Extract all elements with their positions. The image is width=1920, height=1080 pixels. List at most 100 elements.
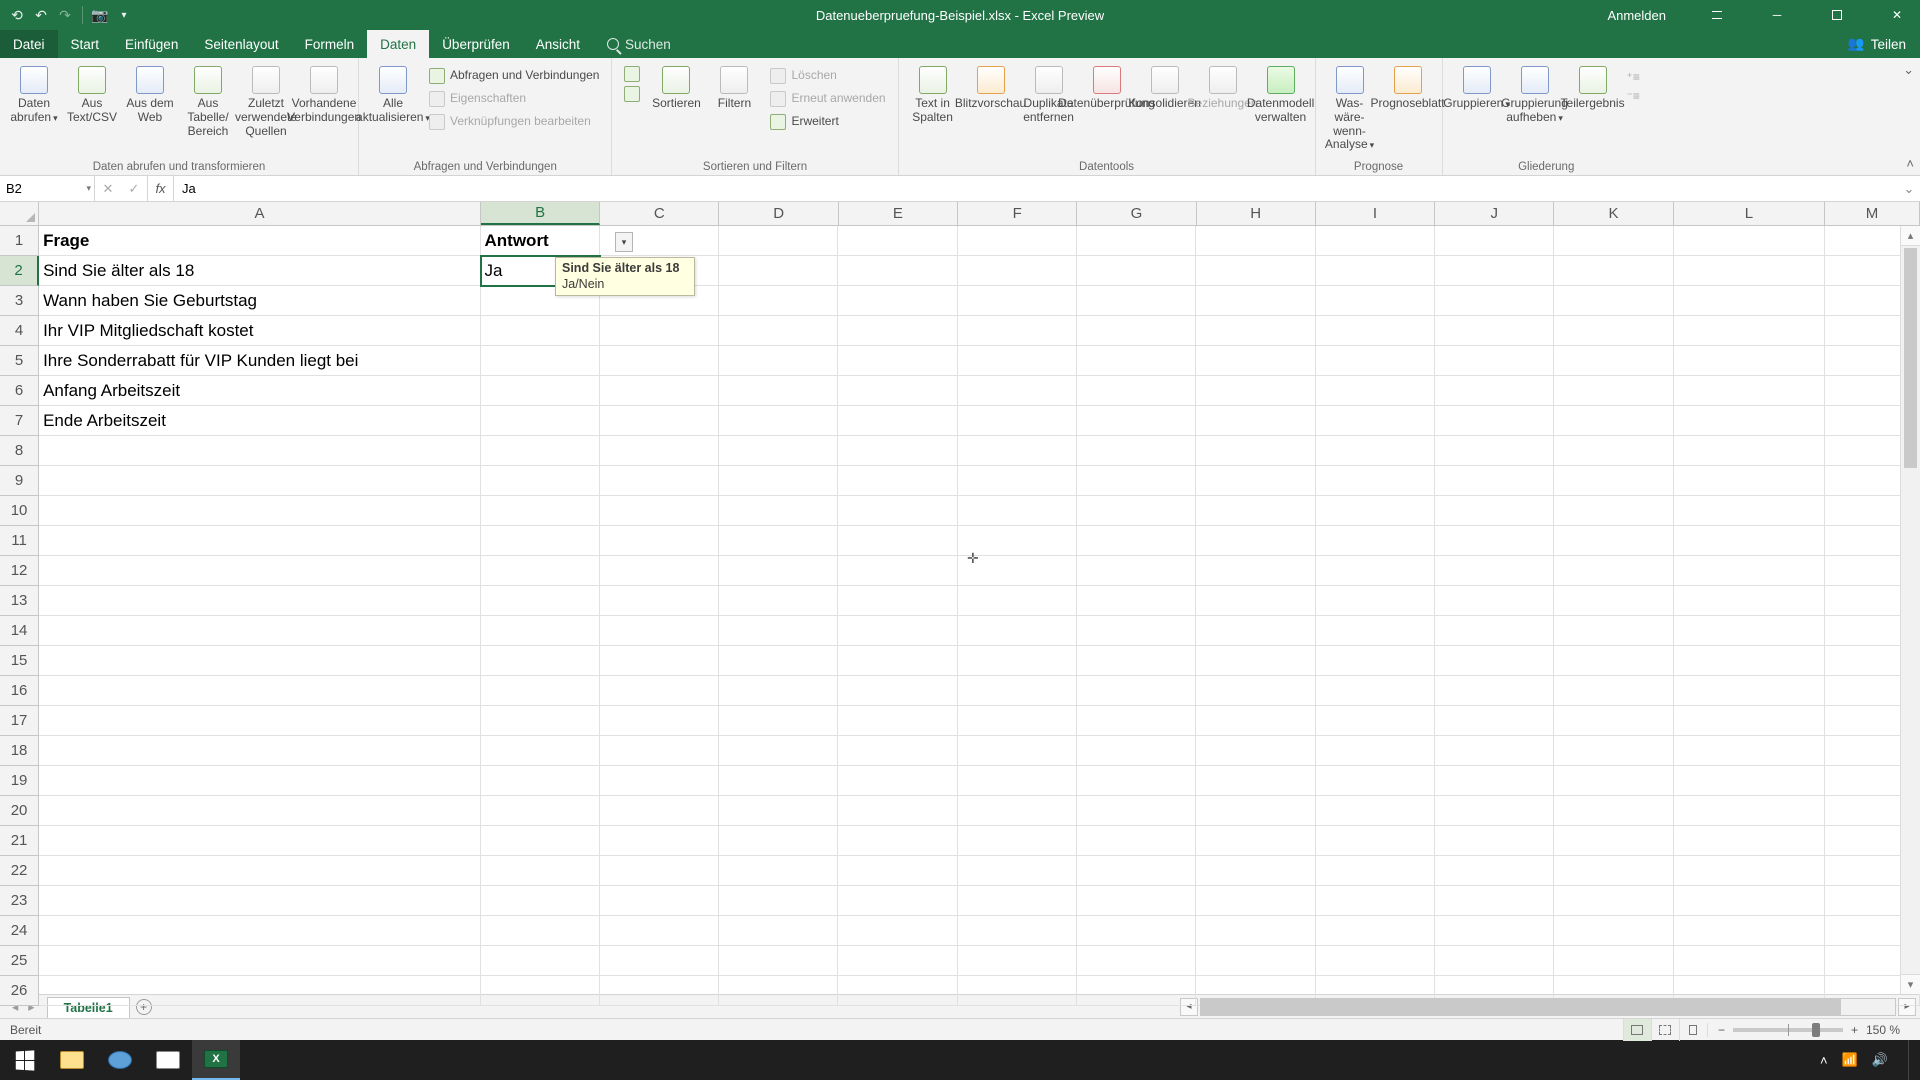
cell-K4[interactable] [1554, 316, 1673, 346]
cell-F13[interactable] [958, 586, 1077, 616]
tray-volume-icon[interactable]: 🔊 [1872, 1052, 1888, 1068]
cell-F23[interactable] [958, 886, 1077, 916]
cell-A20[interactable] [39, 796, 480, 826]
cell-K12[interactable] [1554, 556, 1673, 586]
cell-A24[interactable] [39, 916, 480, 946]
cell-A14[interactable] [39, 616, 480, 646]
row-header-25[interactable]: 25 [0, 946, 39, 976]
cell-D26[interactable] [719, 976, 838, 1006]
cell-I12[interactable] [1316, 556, 1435, 586]
cell-K9[interactable] [1554, 466, 1673, 496]
cell-B10[interactable] [481, 496, 600, 526]
cell-K7[interactable] [1554, 406, 1673, 436]
cell-C19[interactable] [600, 766, 719, 796]
cell-F21[interactable] [958, 826, 1077, 856]
cell-F22[interactable] [958, 856, 1077, 886]
cell-K3[interactable] [1554, 286, 1673, 316]
cell-J19[interactable] [1435, 766, 1554, 796]
cell-C17[interactable] [600, 706, 719, 736]
cell-K20[interactable] [1554, 796, 1673, 826]
cell-E10[interactable] [838, 496, 957, 526]
cell-H12[interactable] [1196, 556, 1315, 586]
cell-G3[interactable] [1077, 286, 1196, 316]
cell-D20[interactable] [719, 796, 838, 826]
cell-I24[interactable] [1316, 916, 1435, 946]
cell-I18[interactable] [1316, 736, 1435, 766]
cell-D15[interactable] [719, 646, 838, 676]
cell-B21[interactable] [481, 826, 600, 856]
cell-D23[interactable] [719, 886, 838, 916]
cell-I23[interactable] [1316, 886, 1435, 916]
cell-H20[interactable] [1196, 796, 1315, 826]
cell-K17[interactable] [1554, 706, 1673, 736]
cell-D12[interactable] [719, 556, 838, 586]
show-desktop-button[interactable] [1908, 1040, 1914, 1080]
cell-J12[interactable] [1435, 556, 1554, 586]
cell-D10[interactable] [719, 496, 838, 526]
col-header-J[interactable]: J [1435, 202, 1554, 225]
cell-H10[interactable] [1196, 496, 1315, 526]
col-header-K[interactable]: K [1554, 202, 1673, 225]
recent-sources-button[interactable]: Zuletzt verwendete Quellen [238, 62, 294, 142]
cell-I17[interactable] [1316, 706, 1435, 736]
cell-L17[interactable] [1674, 706, 1826, 736]
cell-A8[interactable] [39, 436, 480, 466]
cell-D14[interactable] [719, 616, 838, 646]
row-header-7[interactable]: 7 [0, 406, 39, 436]
cell-H11[interactable] [1196, 526, 1315, 556]
cell-K14[interactable] [1554, 616, 1673, 646]
cell-H19[interactable] [1196, 766, 1315, 796]
cell-E3[interactable] [838, 286, 957, 316]
cell-L2[interactable] [1674, 256, 1826, 286]
cell-C15[interactable] [600, 646, 719, 676]
sort-za-button[interactable] [618, 84, 646, 104]
cell-A13[interactable] [39, 586, 480, 616]
tellme-search[interactable]: Suchen [593, 30, 685, 58]
cell-G2[interactable] [1077, 256, 1196, 286]
cell-F15[interactable] [958, 646, 1077, 676]
row-header-16[interactable]: 16 [0, 676, 39, 706]
row-header-2[interactable]: 2 [0, 256, 39, 286]
whatif-analysis-button[interactable]: Was-wäre-wenn-Analyse▾ [1322, 62, 1378, 156]
col-header-F[interactable]: F [958, 202, 1077, 225]
cell-K24[interactable] [1554, 916, 1673, 946]
cell-J17[interactable] [1435, 706, 1554, 736]
col-header-G[interactable]: G [1077, 202, 1196, 225]
tab-datei[interactable]: Datei [0, 30, 58, 58]
manage-data-model-button[interactable]: Datenmodell verwalten [1253, 62, 1309, 129]
ribbon-help-icon[interactable]: ⌄ [1903, 62, 1914, 78]
cell-D4[interactable] [719, 316, 838, 346]
cell-G16[interactable] [1077, 676, 1196, 706]
cell-L16[interactable] [1674, 676, 1826, 706]
cell-D1[interactable] [719, 226, 838, 256]
cell-H18[interactable] [1196, 736, 1315, 766]
cell-E4[interactable] [838, 316, 957, 346]
cell-F25[interactable] [958, 946, 1077, 976]
cell-C20[interactable] [600, 796, 719, 826]
cell-E2[interactable] [838, 256, 957, 286]
cell-K8[interactable] [1554, 436, 1673, 466]
cell-D22[interactable] [719, 856, 838, 886]
cell-C5[interactable] [600, 346, 719, 376]
cell-A5[interactable]: Ihre Sonderrabatt für VIP Kunden liegt b… [39, 346, 480, 376]
undo-icon[interactable]: ↶ [34, 8, 48, 22]
cell-E23[interactable] [838, 886, 957, 916]
signin-button[interactable]: Anmelden [1593, 8, 1680, 23]
advanced-filter-button[interactable]: Erweitert [764, 110, 891, 133]
cell-I16[interactable] [1316, 676, 1435, 706]
cell-H5[interactable] [1196, 346, 1315, 376]
taskbar-store[interactable] [144, 1040, 192, 1080]
cell-H24[interactable] [1196, 916, 1315, 946]
cell-L6[interactable] [1674, 376, 1826, 406]
ungroup-button[interactable]: Gruppierung aufheben▾ [1507, 62, 1563, 129]
row-header-8[interactable]: 8 [0, 436, 39, 466]
cell-L11[interactable] [1674, 526, 1826, 556]
cell-L15[interactable] [1674, 646, 1826, 676]
cell-F7[interactable] [958, 406, 1077, 436]
cell-K11[interactable] [1554, 526, 1673, 556]
cell-B16[interactable] [481, 676, 600, 706]
cell-D6[interactable] [719, 376, 838, 406]
cell-E17[interactable] [838, 706, 957, 736]
data-validation-button[interactable]: Datenüberprüfung [1079, 62, 1135, 115]
cell-J18[interactable] [1435, 736, 1554, 766]
